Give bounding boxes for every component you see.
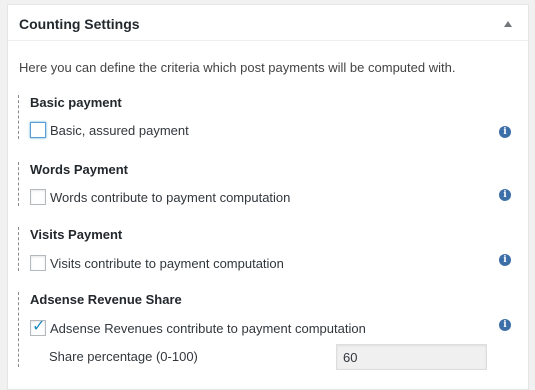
share-percentage-input[interactable]: [336, 344, 487, 370]
intro-text: Here you can define the criteria which p…: [19, 60, 456, 75]
section-title: Adsense Revenue Share: [30, 292, 182, 307]
option-label: Words contribute to payment computation: [50, 189, 291, 205]
section-adsense-revenue-share: Adsense Revenue Share ✓ Adsense Revenues…: [18, 292, 518, 370]
panel-title: Counting Settings: [19, 16, 140, 32]
panel-header[interactable]: Counting Settings: [8, 5, 528, 41]
info-icon[interactable]: i: [499, 189, 511, 201]
words-payment-checkbox[interactable]: [30, 189, 46, 205]
visits-payment-option[interactable]: Visits contribute to payment computation: [30, 255, 284, 271]
option-label: Adsense Revenues contribute to payment c…: [50, 320, 366, 336]
section-basic-payment: Basic payment Basic, assured payment i: [18, 95, 518, 139]
basic-payment-checkbox[interactable]: [30, 122, 46, 138]
share-percentage-label: Share percentage (0-100): [49, 349, 198, 364]
section-title: Visits Payment: [30, 227, 123, 242]
section-title: Basic payment: [30, 95, 122, 110]
section-title: Words Payment: [30, 162, 129, 177]
counting-settings-panel: Counting Settings Here you can define th…: [7, 4, 529, 390]
option-label: Basic, assured payment: [50, 122, 189, 138]
checkmark-icon: ✓: [32, 318, 46, 335]
info-icon[interactable]: i: [499, 254, 511, 266]
section-words-payment: Words Payment Words contribute to paymen…: [18, 162, 518, 206]
words-payment-option[interactable]: Words contribute to payment computation: [30, 189, 290, 205]
basic-payment-option[interactable]: Basic, assured payment: [30, 122, 189, 138]
info-icon[interactable]: i: [499, 319, 511, 331]
adsense-revenue-checkbox[interactable]: ✓: [30, 318, 46, 336]
adsense-revenue-option[interactable]: ✓ Adsense Revenues contribute to payment…: [30, 318, 366, 336]
option-label: Visits contribute to payment computation: [50, 255, 284, 271]
visits-payment-checkbox[interactable]: [30, 255, 46, 271]
info-icon[interactable]: i: [499, 126, 511, 138]
collapse-arrow-icon[interactable]: [504, 21, 512, 27]
section-visits-payment: Visits Payment Visits contribute to paym…: [18, 227, 518, 271]
